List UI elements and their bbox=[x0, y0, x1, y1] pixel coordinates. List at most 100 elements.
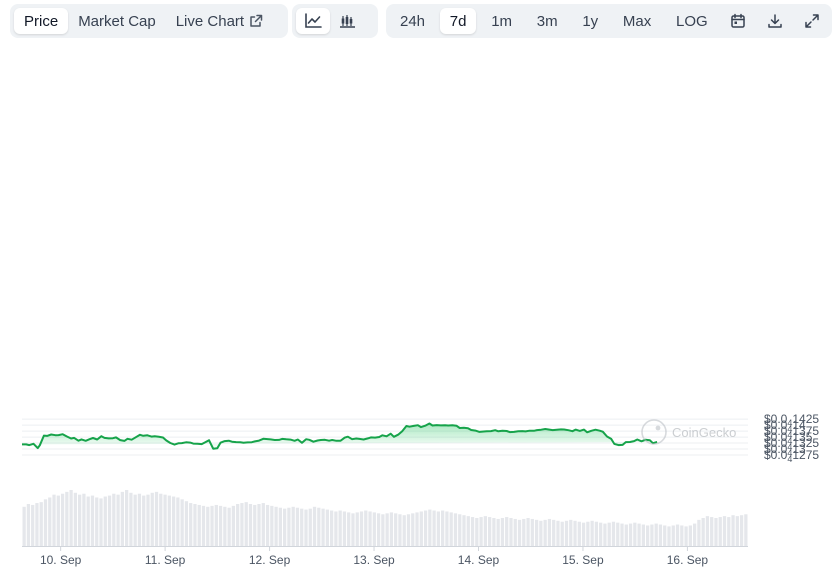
volume-bar bbox=[462, 515, 466, 546]
volume-bar bbox=[714, 518, 718, 546]
volume-bar bbox=[744, 514, 748, 546]
volume-bar bbox=[103, 496, 107, 546]
volume-bar bbox=[146, 494, 150, 546]
volume-bar bbox=[129, 492, 133, 546]
volume-bar bbox=[334, 511, 338, 546]
volume-bar bbox=[445, 511, 449, 546]
volume-bar bbox=[735, 516, 739, 546]
volume-bar bbox=[611, 521, 616, 546]
volume-bar bbox=[78, 494, 82, 546]
volume-bar bbox=[586, 521, 590, 546]
volume-bar bbox=[530, 518, 534, 546]
x-tick-label: 10. Sep bbox=[40, 553, 82, 567]
volume-bar bbox=[675, 524, 680, 546]
volume-bar bbox=[492, 518, 496, 546]
volume-bar bbox=[329, 510, 334, 546]
volume-bar bbox=[564, 520, 569, 546]
volume-bar bbox=[646, 525, 650, 546]
volume-bar bbox=[624, 524, 628, 546]
volume-bar bbox=[671, 525, 675, 546]
volume-bar bbox=[99, 498, 103, 546]
volume-bar bbox=[705, 516, 710, 546]
volume-bar bbox=[628, 523, 633, 546]
volume-bar bbox=[142, 495, 146, 546]
volume-bar bbox=[159, 493, 163, 546]
volume-bar bbox=[381, 514, 385, 546]
volume-bar bbox=[560, 521, 564, 546]
volume-bar bbox=[718, 517, 722, 546]
volume-bar bbox=[697, 519, 701, 546]
volume-bar bbox=[710, 517, 714, 546]
y-axis: $0.041275$0.0413$0.041325$0.04135$0.0413… bbox=[764, 412, 819, 464]
volume-bar bbox=[569, 519, 573, 546]
volume-bar bbox=[171, 496, 176, 546]
volume-bar bbox=[466, 516, 470, 546]
volume-bar bbox=[385, 513, 389, 546]
volume-bar bbox=[265, 504, 270, 546]
volume-bar bbox=[206, 506, 210, 546]
volume-bar bbox=[658, 524, 663, 546]
volume-bar bbox=[107, 495, 112, 546]
volume-bar bbox=[342, 511, 347, 546]
volume-bar bbox=[423, 510, 428, 546]
volume-bar bbox=[312, 506, 317, 546]
volume-bar bbox=[513, 518, 517, 546]
volume-bar bbox=[270, 505, 274, 546]
volume-bar bbox=[509, 518, 513, 546]
volume-bar bbox=[470, 517, 475, 546]
volume-bar bbox=[248, 504, 253, 546]
volume-bar bbox=[692, 523, 697, 546]
volume-bar bbox=[210, 505, 214, 546]
volume-bar bbox=[543, 519, 547, 546]
volume-bar bbox=[231, 505, 236, 546]
volume-bar bbox=[500, 518, 505, 546]
volume-bar bbox=[441, 510, 445, 546]
volume-bar bbox=[616, 522, 620, 546]
volume-bar bbox=[227, 507, 231, 546]
volume-bar bbox=[300, 508, 304, 546]
volume-bar bbox=[86, 496, 90, 546]
volume-bar bbox=[317, 507, 321, 546]
volume-bar bbox=[73, 492, 78, 546]
volume-bar bbox=[398, 514, 402, 546]
volume-bar bbox=[31, 504, 35, 546]
volume-bar bbox=[517, 519, 522, 546]
volume-bar bbox=[52, 494, 56, 546]
volume-bar bbox=[214, 504, 218, 546]
volume-bar bbox=[197, 504, 201, 546]
volume-bar bbox=[436, 511, 441, 546]
volume-bar bbox=[581, 522, 586, 546]
volume-bar bbox=[308, 508, 312, 546]
volume-bar bbox=[22, 506, 26, 546]
volume-bar bbox=[389, 512, 394, 546]
volume-bar bbox=[35, 503, 39, 546]
volume-bar bbox=[650, 524, 654, 546]
volume-bar bbox=[680, 525, 684, 546]
volume-bar bbox=[39, 502, 43, 546]
price-chart: $0.041275$0.0413$0.041325$0.04135$0.0413… bbox=[22, 412, 819, 567]
volume-bar bbox=[304, 509, 308, 546]
volume-bar bbox=[124, 490, 129, 546]
volume-bar bbox=[201, 505, 206, 546]
volume-bar bbox=[257, 504, 261, 546]
volume-bar bbox=[599, 522, 603, 546]
volume-bar bbox=[539, 520, 543, 546]
volume-bar bbox=[556, 520, 560, 546]
volume-bar bbox=[56, 495, 60, 546]
volume-bar bbox=[321, 508, 325, 546]
volume-bar bbox=[69, 490, 73, 546]
volume-bar bbox=[338, 510, 342, 546]
volume-bar bbox=[739, 515, 744, 546]
volume-bar bbox=[667, 526, 671, 546]
volume-bar bbox=[236, 504, 240, 546]
watermark-text: CoinGecko bbox=[672, 425, 736, 440]
volume-bar bbox=[240, 503, 244, 546]
volume-bar bbox=[137, 493, 142, 546]
volume-bar bbox=[577, 521, 581, 546]
volume-bar bbox=[60, 493, 65, 546]
volume-bar bbox=[428, 509, 432, 546]
gecko-eye-icon bbox=[655, 425, 661, 431]
volume-bar bbox=[590, 520, 594, 546]
volume-bar bbox=[479, 517, 483, 546]
volume-bar bbox=[180, 499, 184, 546]
